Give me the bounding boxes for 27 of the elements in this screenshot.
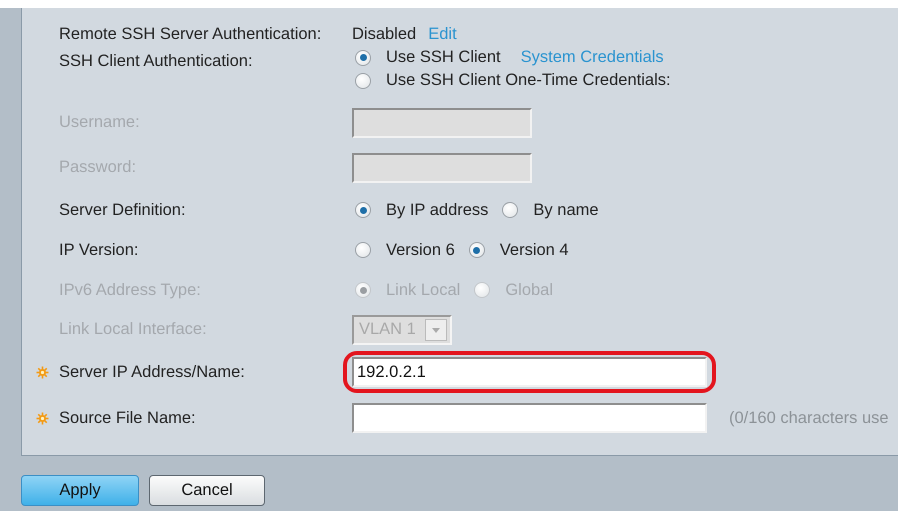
option-label: By IP address [386, 200, 488, 220]
radio-button[interactable] [355, 202, 371, 218]
input-field[interactable] [352, 403, 707, 433]
field-label: IP Version: [59, 240, 138, 260]
field-label: Server IP Address/Name: [59, 362, 245, 382]
field-label: Server Definition: [59, 200, 186, 220]
field-label: Source File Name: [59, 408, 196, 428]
radio-button[interactable] [355, 242, 371, 258]
required-icon [36, 366, 49, 378]
option-label: Version 6 [386, 240, 455, 260]
radio-button[interactable] [468, 242, 485, 258]
status-value: Disabled [352, 24, 416, 44]
radio-button[interactable] [355, 50, 371, 66]
apply-button[interactable]: Apply [21, 475, 139, 506]
radio-button[interactable] [502, 202, 518, 218]
field-label: SSH Client Authentication: [59, 52, 253, 71]
cancel-button[interactable]: Cancel [149, 475, 265, 506]
option-label: By name [533, 200, 599, 220]
required-icon [36, 412, 49, 424]
radio-button[interactable] [355, 72, 371, 88]
input-field[interactable]: 192.0.2.1 [352, 357, 707, 387]
option-label: Version 4 [500, 240, 569, 260]
caret-icon [425, 318, 447, 340]
option-label: Use SSH Client One-Time Credentials: [386, 71, 671, 90]
option-label: Use SSH Client [386, 48, 501, 67]
character-count: (0/160 characters use [729, 408, 889, 428]
field-label: Remote SSH Server Authentication: [59, 24, 322, 44]
